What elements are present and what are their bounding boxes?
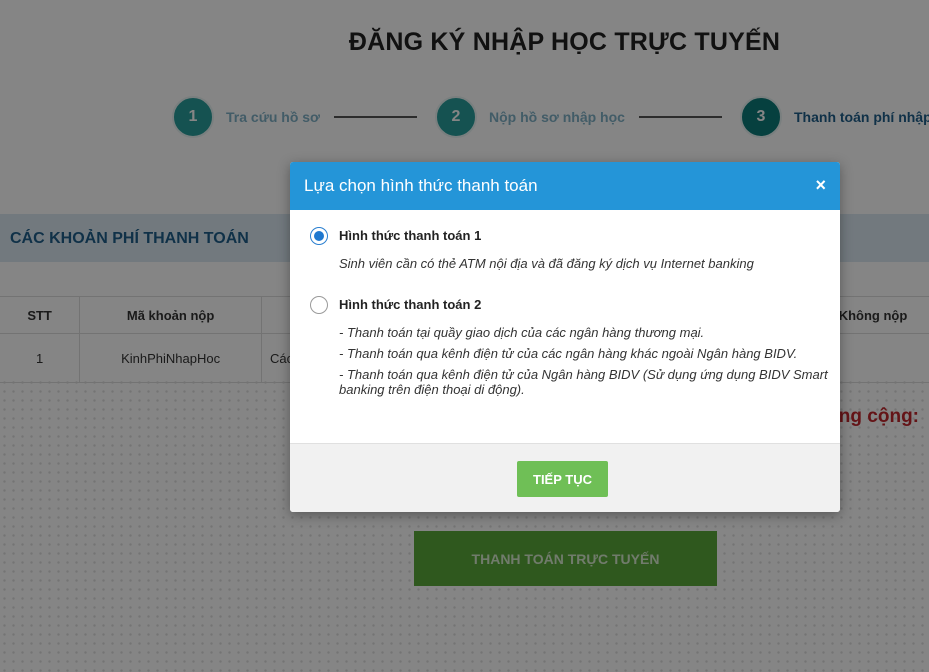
payment-option-2-description-line-2: - Thanh toán qua kênh điện tử của các ng… bbox=[339, 346, 798, 361]
dialog-title: Lựa chọn hình thức thanh toán bbox=[304, 176, 538, 195]
payment-option-2-label[interactable]: Hình thức thanh toán 2 bbox=[339, 297, 481, 312]
payment-option-2-description-line-1: - Thanh toán tại quầy giao dịch của các … bbox=[339, 325, 705, 340]
payment-option-1-description: Sinh viên cần có thẻ ATM nội địa và đã đ… bbox=[339, 256, 754, 271]
close-icon[interactable]: × bbox=[815, 175, 826, 195]
payment-option-1[interactable]: Hình thức thanh toán 1 Sinh viên cần có … bbox=[310, 227, 820, 287]
dialog-header: Lựa chọn hình thức thanh toán × bbox=[290, 162, 840, 210]
payment-method-dialog: Lựa chọn hình thức thanh toán × Hình thứ… bbox=[290, 162, 840, 512]
payment-option-2-description-line-3: - Thanh toán qua kênh điện tử của Ngân h… bbox=[339, 367, 828, 397]
continue-button[interactable]: TIẾP TỤC bbox=[517, 461, 608, 497]
payment-option-2[interactable]: Hình thức thanh toán 2 - Thanh toán tại … bbox=[310, 296, 828, 416]
payment-option-1-label[interactable]: Hình thức thanh toán 1 bbox=[339, 228, 481, 243]
dialog-body: Hình thức thanh toán 1 Sinh viên cần có … bbox=[290, 210, 840, 443]
dialog-footer: TIẾP TỤC bbox=[290, 443, 840, 512]
payment-option-2-radio[interactable] bbox=[310, 296, 328, 314]
payment-option-1-radio[interactable] bbox=[310, 227, 328, 245]
page: ĐĂNG KÝ NHẬP HỌC TRỰC TUYẾN 1 Tra cứu hồ… bbox=[0, 0, 929, 672]
